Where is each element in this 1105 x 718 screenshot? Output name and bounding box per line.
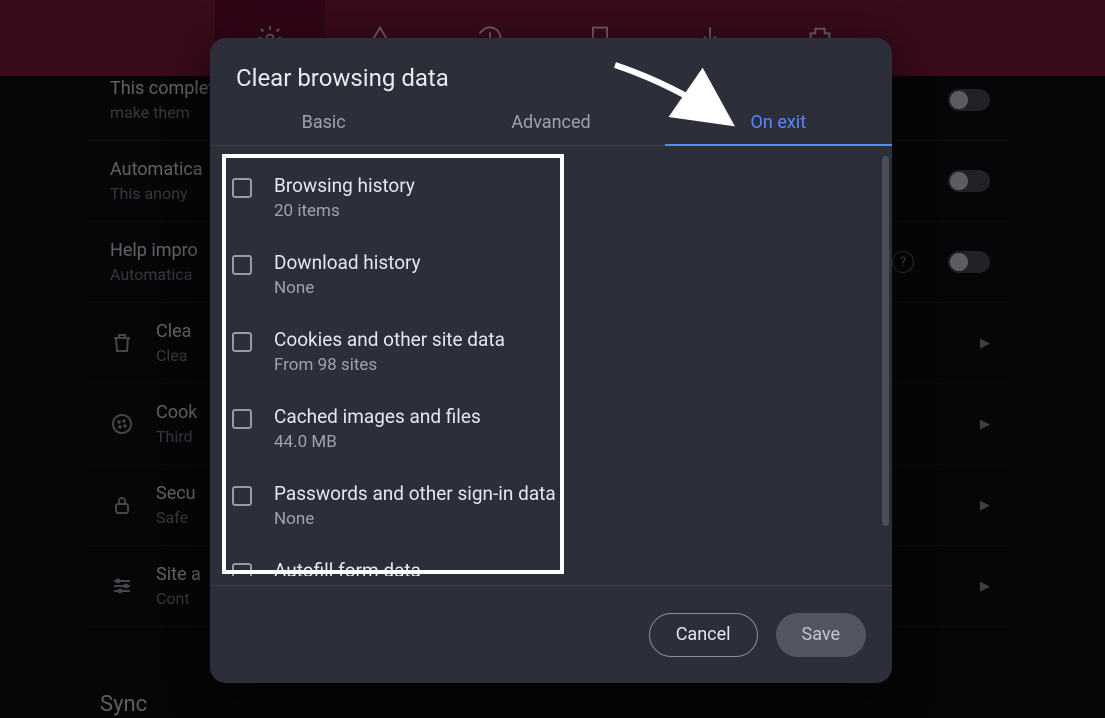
item-label: Download history [274,251,421,274]
item-sub: From 98 sites [274,355,505,375]
list-item: Autofill form dataNone [228,549,860,576]
item-label: Cached images and files [274,405,481,428]
item-label: Cookies and other site data [274,328,505,351]
checkbox-autofill[interactable] [232,563,252,576]
list-item: Passwords and other sign-in data None [228,472,860,549]
item-label: Autofill form data [274,559,421,576]
checkbox-download-history[interactable] [232,255,252,275]
checkbox-passwords[interactable] [232,486,252,506]
dialog-title: Clear browsing data [210,38,892,102]
item-sub: 44.0 MB [274,432,481,452]
dialog-tabs: Basic Advanced On exit [210,102,892,146]
clear-browsing-data-dialog: Clear browsing data Basic Advanced On ex… [210,38,892,683]
item-label: Passwords and other sign-in data [274,482,556,505]
scrollbar[interactable] [882,156,889,526]
list-item: Download history None [228,241,860,318]
dialog-footer: Cancel Save [210,585,892,683]
list-item: Browsing history 20 items [228,164,860,241]
tab-advanced[interactable]: Advanced [437,112,664,145]
item-sub: 20 items [274,201,415,221]
cancel-button[interactable]: Cancel [649,613,758,657]
list-item: Cached images and files 44.0 MB [228,395,860,472]
checkbox-cookies[interactable] [232,332,252,352]
tab-on-exit[interactable]: On exit [665,112,892,145]
checkbox-cache[interactable] [232,409,252,429]
clear-data-list: Browsing history 20 items Download histor… [210,146,878,576]
list-item: Cookies and other site data From 98 sites [228,318,860,395]
item-label: Browsing history [274,174,415,197]
item-sub: None [274,278,421,298]
item-sub: None [274,509,556,529]
checkbox-browsing-history[interactable] [232,178,252,198]
save-button: Save [776,613,867,657]
tab-basic[interactable]: Basic [210,112,437,145]
